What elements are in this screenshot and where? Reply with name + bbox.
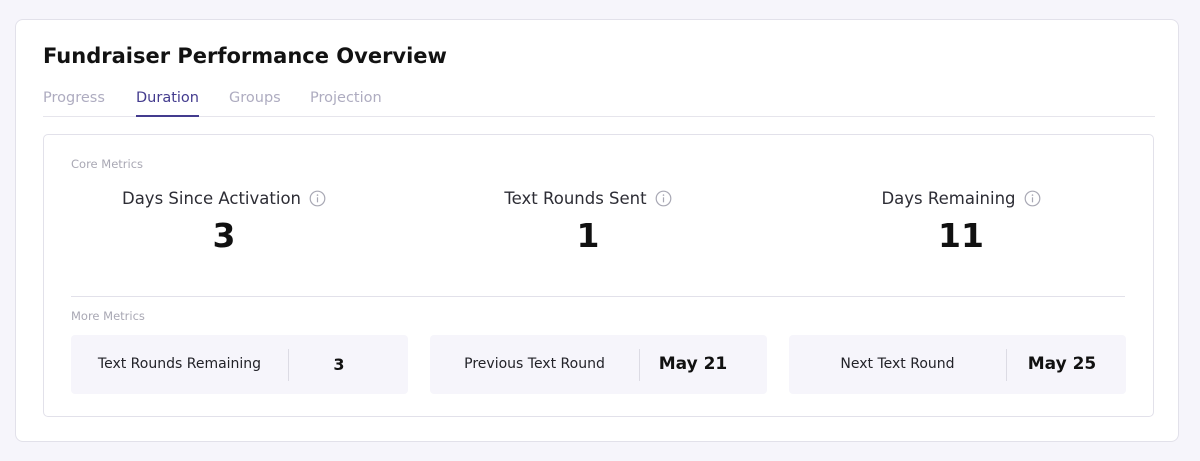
metric-label-row: Text Rounds Sent (504, 189, 672, 208)
metric-value: 3 (212, 216, 236, 255)
metric-label: Days Since Activation (121, 189, 301, 208)
metric-value: May 25 (1027, 354, 1097, 374)
metric-label-row: Days Since Activation (122, 189, 326, 208)
metric-text-rounds-remaining: Text Rounds Remaining 3 (71, 335, 408, 394)
section-divider (71, 296, 1125, 297)
metric-value: 11 (938, 216, 984, 255)
info-icon[interactable] (655, 190, 672, 207)
info-icon[interactable] (1024, 190, 1041, 207)
metric-value: 1 (576, 216, 600, 255)
metric-label: Previous Text Round (464, 356, 605, 372)
tab-groups[interactable]: Groups (229, 90, 281, 106)
tab-progress[interactable]: Progress (43, 90, 105, 106)
tab-projection[interactable]: Projection (310, 90, 382, 106)
page-title: Fundraiser Performance Overview (43, 44, 447, 68)
metric-value: May 21 (658, 354, 728, 374)
metric-label: Text Rounds Remaining (97, 356, 262, 372)
metric-value: 3 (333, 355, 345, 374)
metric-text-rounds-sent: Text Rounds Sent 1 (408, 189, 768, 254)
more-metrics-label: More Metrics (71, 309, 145, 323)
metric-days-since-activation: Days Since Activation 3 (44, 189, 404, 254)
tab-duration[interactable]: Duration (136, 90, 199, 117)
metric-next-text-round: Next Text Round May 25 (789, 335, 1126, 394)
metric-label: Days Remaining (881, 189, 1016, 208)
tab-bar: Progress Duration Groups Projection (43, 86, 1155, 117)
duration-panel: Core Metrics Days Since Activation 3 Tex… (43, 134, 1154, 417)
metric-label-row: Days Remaining (881, 189, 1040, 208)
overview-card: Fundraiser Performance Overview Progress… (15, 19, 1179, 442)
metric-label: Text Rounds Sent (504, 189, 647, 208)
metric-label: Next Text Round (840, 356, 955, 372)
metric-days-remaining: Days Remaining 11 (781, 189, 1141, 254)
metric-previous-text-round: Previous Text Round May 21 (430, 335, 767, 394)
info-icon[interactable] (309, 190, 326, 207)
core-metrics-label: Core Metrics (71, 157, 144, 171)
